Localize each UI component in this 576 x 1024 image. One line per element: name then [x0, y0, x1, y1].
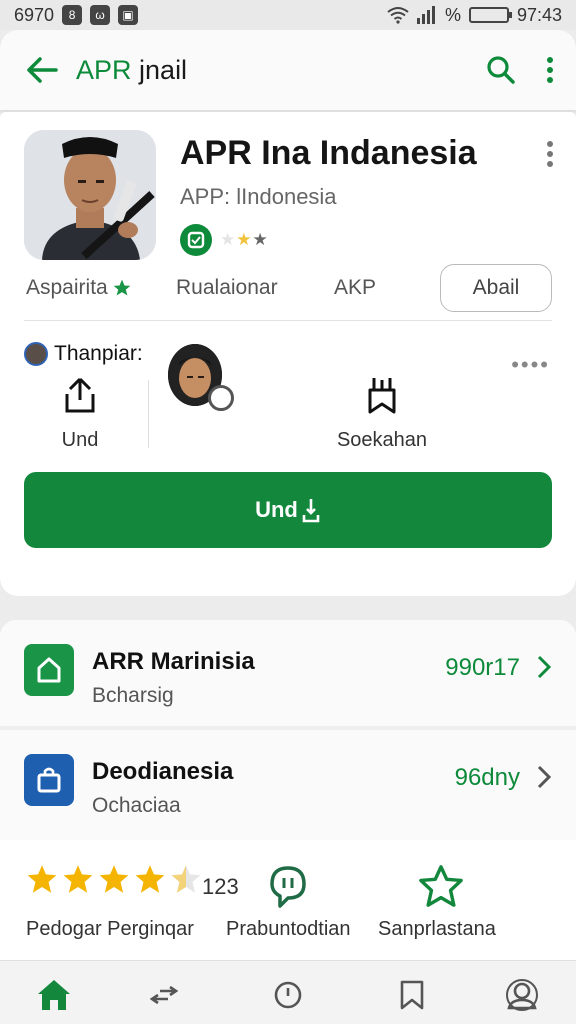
- battery-icon: [468, 7, 512, 23]
- star-half-icon: [171, 865, 201, 893]
- app-detail-card: APR Ina Indanesia APP: lIndonesia ★★★ As…: [0, 112, 576, 596]
- app-name: APR Ina Indanesia: [180, 134, 477, 172]
- share-label: Und: [61, 429, 99, 451]
- image-notification-icon: ▣: [118, 5, 139, 25]
- download-icon: [302, 499, 320, 523]
- app-meta-row: Aspairita Rualaionar AKP Abail: [26, 262, 552, 314]
- nav-bookmark[interactable]: [392, 975, 432, 1015]
- star-icon: [27, 865, 57, 893]
- card-more-icon[interactable]: [546, 140, 554, 168]
- meta-type[interactable]: AKP: [334, 276, 438, 300]
- nav-clock[interactable]: [268, 975, 308, 1015]
- share-action[interactable]: Und: [40, 376, 120, 452]
- app-icon-photo[interactable]: [24, 130, 156, 260]
- divider: [24, 320, 552, 321]
- star-rating[interactable]: [26, 864, 202, 894]
- status-right: % 97:43: [387, 5, 562, 26]
- bookmark-save-icon: [368, 378, 396, 414]
- house-icon: [24, 644, 74, 696]
- signal-icon: [416, 6, 435, 24]
- clock-icon: [274, 981, 302, 1009]
- swap-icon: [150, 985, 178, 1005]
- title-prefix: APR: [76, 54, 132, 85]
- title-rest: jnail: [131, 54, 188, 85]
- star-icon: [135, 865, 165, 893]
- list-item-title: ARR Marinisia: [92, 648, 255, 675]
- nav-profile[interactable]: [502, 975, 542, 1015]
- shared-label: Thanpiar:: [54, 342, 143, 365]
- profile-icon: [506, 979, 538, 1011]
- list-item-title: Deodianesia: [92, 758, 234, 785]
- rating-section: 123 Pedogar Perginqar Prabuntodtian Sanp…: [0, 840, 576, 960]
- list-item-count: 990r17: [445, 654, 520, 681]
- clock-time: 97:43: [516, 4, 562, 25]
- favorite-label: Sanprlastana: [378, 918, 496, 940]
- install-label: Und: [255, 497, 298, 522]
- star-icon: [63, 865, 93, 893]
- notification-badge: 8: [62, 5, 83, 25]
- about-button[interactable]: Abail: [440, 264, 552, 312]
- list-item[interactable]: ARR Marinisia Bcharsig 990r17: [0, 620, 576, 726]
- app-bar-title: APR jnail: [76, 55, 187, 86]
- nav-home[interactable]: [34, 975, 74, 1015]
- rating-label: Pedogar Perginqar: [26, 918, 194, 940]
- list-item-subtitle: Ochaciaa: [92, 794, 181, 817]
- save-action[interactable]: Soekahan: [330, 376, 434, 452]
- star-icon: [99, 865, 129, 893]
- bag-icon: [24, 754, 74, 806]
- app-subtitle: APP: lIndonesia: [180, 184, 337, 209]
- related-apps-list: ARR Marinisia Bcharsig 990r17 Deodianesi…: [0, 620, 576, 840]
- nav-swap[interactable]: [144, 975, 184, 1015]
- support-label: Prabuntodtian: [226, 918, 351, 940]
- save-label: Soekahan: [336, 429, 428, 451]
- app-bar-actions: [486, 55, 554, 85]
- support-chat-icon[interactable]: [266, 864, 310, 910]
- avatar: [24, 342, 48, 366]
- list-item[interactable]: Deodianesia Ochaciaa 96dny: [0, 730, 576, 836]
- wifi-icon: [387, 7, 409, 24]
- share-icon: [65, 377, 95, 413]
- star-outline-icon[interactable]: [418, 864, 464, 908]
- app-rating-row: ★★★: [180, 224, 269, 256]
- search-icon[interactable]: [486, 55, 516, 85]
- notification-badge: ω: [90, 5, 111, 25]
- more-vert-icon[interactable]: [546, 56, 554, 84]
- vertical-divider: [148, 380, 149, 448]
- verified-badge-icon: [180, 224, 212, 256]
- status-ring-icon: [208, 385, 234, 411]
- chevron-right-icon: [537, 765, 552, 789]
- app-bar: APR jnail: [0, 30, 576, 110]
- status-text: 6970: [14, 4, 55, 25]
- back-arrow-icon[interactable]: [22, 56, 62, 84]
- list-item-count: 96dny: [454, 764, 520, 791]
- rating-count: 123: [202, 874, 239, 899]
- chevron-right-icon: [537, 655, 552, 679]
- battery-percent: %: [444, 4, 461, 25]
- status-bar: 6970 8 ω ▣ % 97:43: [0, 0, 576, 30]
- bookmark-icon: [400, 980, 424, 1010]
- star-badge-icon: [113, 279, 131, 296]
- install-button[interactable]: Und: [24, 472, 552, 548]
- bottom-navigation: [0, 960, 576, 1024]
- home-icon: [38, 980, 70, 1010]
- list-item-subtitle: Bcharsig: [92, 684, 174, 707]
- meta-developer[interactable]: Aspairita: [26, 276, 176, 300]
- more-horiz-icon[interactable]: ••••: [511, 352, 550, 378]
- shared-by-row: Thanpiar:: [24, 342, 143, 366]
- meta-developer-label: Aspairita: [26, 276, 108, 299]
- meta-category[interactable]: Rualaionar: [176, 276, 334, 300]
- status-left: 6970 8 ω ▣: [14, 4, 139, 26]
- mini-star-rating: ★★★: [220, 230, 269, 249]
